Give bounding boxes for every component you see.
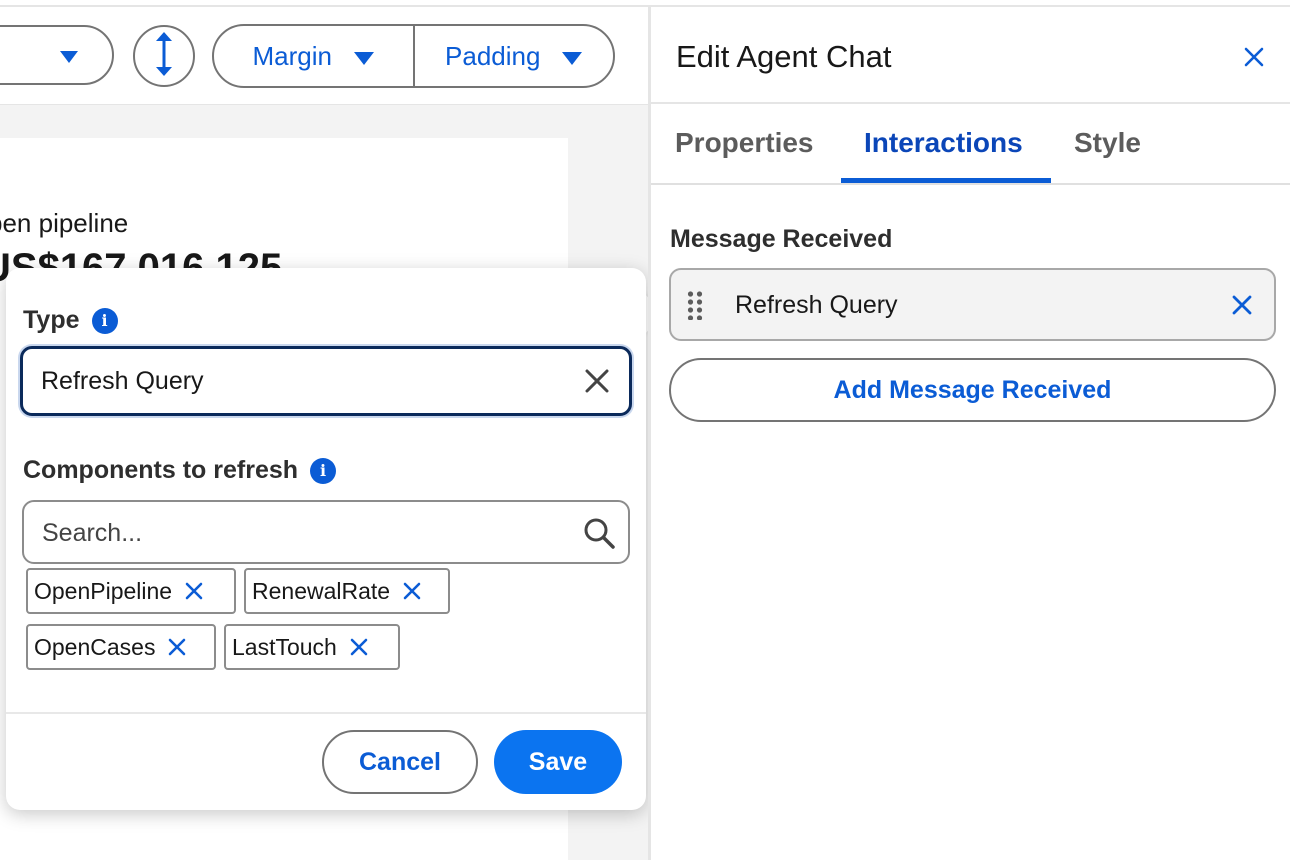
popover-divider: [6, 712, 646, 714]
message-item-label: Refresh Query: [735, 291, 898, 319]
pill-label: RenewalRate: [252, 577, 391, 604]
tabs-divider: [651, 183, 1290, 185]
toolbar-dropdown[interactable]: [0, 25, 114, 85]
close-icon[interactable]: [1242, 45, 1266, 69]
components-field-label: Components to refresh i: [23, 456, 337, 485]
message-received-item[interactable]: Refresh Query: [669, 268, 1276, 341]
drag-handle-icon[interactable]: [687, 290, 703, 325]
remove-pill-icon[interactable]: [167, 637, 187, 657]
edit-panel: Edit Agent Chat Properties Interactions …: [648, 7, 1290, 860]
panel-title: Edit Agent Chat: [676, 39, 892, 74]
tab-properties[interactable]: Properties: [675, 127, 814, 159]
section-label: Message Received: [670, 225, 893, 253]
vertical-resize-icon: [154, 31, 174, 81]
toolbar: Margin Padding: [0, 7, 650, 106]
tab-interactions[interactable]: Interactions: [864, 127, 1023, 159]
components-search-input[interactable]: [40, 514, 584, 552]
components-search: [22, 500, 630, 564]
remove-pill-icon[interactable]: [402, 581, 422, 601]
window-top-edge: [0, 0, 1290, 7]
component-pill: LastTouch: [224, 624, 400, 670]
metric-label: pen pipeline: [0, 208, 129, 238]
save-button[interactable]: Save: [494, 730, 622, 794]
component-pill: OpenPipeline: [26, 568, 236, 614]
add-message-received-button[interactable]: Add Message Received: [669, 358, 1276, 422]
info-icon[interactable]: i: [310, 457, 337, 484]
pill-label: LastTouch: [232, 633, 337, 660]
caret-down-icon: [60, 50, 78, 68]
spacing-button-group: Margin Padding: [212, 24, 615, 88]
type-combobox[interactable]: Refresh Query: [20, 346, 632, 416]
vertical-resize-button[interactable]: [133, 25, 195, 87]
pill-label: OpenCases: [34, 633, 156, 660]
type-field-label: Type i: [23, 306, 118, 335]
padding-dropdown[interactable]: Padding: [412, 26, 614, 86]
cancel-button[interactable]: Cancel: [322, 730, 478, 794]
remove-pill-icon[interactable]: [349, 637, 369, 657]
interaction-popover: Type i Refresh Query Components to refre…: [6, 268, 646, 810]
caret-down-icon: [562, 41, 583, 72]
tab-style[interactable]: Style: [1074, 127, 1141, 159]
margin-label: Margin: [252, 40, 332, 71]
component-pill: OpenCases: [26, 624, 216, 670]
remove-pill-icon[interactable]: [184, 581, 204, 601]
panel-divider: [651, 102, 1290, 104]
search-icon[interactable]: [582, 516, 616, 555]
info-icon[interactable]: i: [91, 307, 118, 334]
clear-icon[interactable]: [579, 363, 615, 404]
type-value: Refresh Query: [41, 367, 204, 395]
caret-down-icon: [353, 41, 374, 72]
component-pill: RenewalRate: [244, 568, 450, 614]
margin-dropdown[interactable]: Margin: [214, 26, 413, 86]
pill-label: OpenPipeline: [34, 577, 173, 604]
padding-label: Padding: [445, 40, 541, 71]
remove-message-icon[interactable]: [1230, 293, 1254, 317]
